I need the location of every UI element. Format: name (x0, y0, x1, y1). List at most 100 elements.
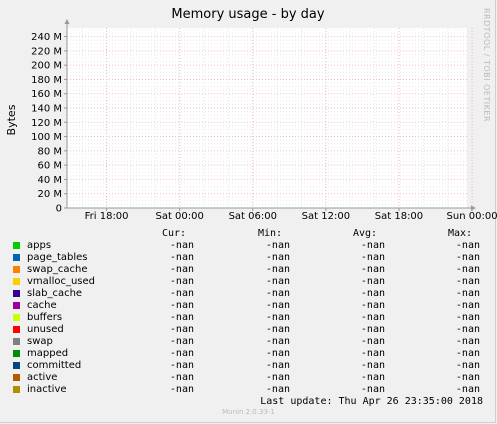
legend-value-max: -nan (455, 324, 480, 335)
legend-value-max: -nan (455, 360, 480, 371)
legend-series-name: unused (27, 324, 64, 335)
legend-value-cur: -nan (169, 372, 194, 383)
legend-value-cur: -nan (169, 360, 194, 371)
legend-value-max: -nan (455, 276, 480, 287)
legend-value-cur: -nan (169, 336, 194, 347)
legend-value-avg: -nan (360, 384, 385, 395)
y-tick-label: 60 M (37, 161, 62, 172)
y-tick-label: 40 M (37, 175, 62, 186)
legend-value-avg: -nan (360, 300, 385, 311)
legend-row-swap: swap -nan -nan -nan -nan (0, 336, 497, 348)
legend-swatch (13, 374, 20, 381)
legend-value-max: -nan (455, 348, 480, 359)
legend-value-max: -nan (455, 288, 480, 299)
legend-swatch (13, 278, 20, 285)
legend-swatch (13, 266, 20, 273)
legend-series-name: inactive (27, 384, 67, 395)
legend-series-name: committed (27, 360, 82, 371)
chart-title: Memory usage - by day (171, 7, 324, 22)
legend-value-min: -nan (265, 372, 290, 383)
legend-value-avg: -nan (360, 252, 385, 263)
legend-value-min: -nan (265, 324, 290, 335)
legend-value-avg: -nan (360, 348, 385, 359)
y-tick-label: 0 (56, 204, 62, 215)
legend-value-cur: -nan (169, 324, 194, 335)
legend-value-avg: -nan (360, 240, 385, 251)
legend-value-cur: -nan (169, 252, 194, 263)
legend-row-active: active -nan -nan -nan -nan (0, 372, 497, 384)
y-tick-label: 240 M (31, 32, 62, 43)
legend-value-cur: -nan (169, 384, 194, 395)
legend-series-name: slab_cache (27, 288, 83, 299)
legend-value-avg: -nan (360, 312, 385, 323)
legend-series-name: vmalloc_used (27, 276, 96, 287)
legend-row-slab_cache: slab_cache -nan -nan -nan -nan (0, 288, 497, 300)
legend-header-avg: Avg: (353, 228, 378, 239)
legend-row-committed: committed -nan -nan -nan -nan (0, 360, 497, 372)
memory-chart: Memory usage - by day RRDTOOL / TOBI OET… (5, 7, 497, 222)
legend-value-avg: -nan (360, 336, 385, 347)
legend-row-mapped: mapped -nan -nan -nan -nan (0, 348, 497, 360)
legend-value-min: -nan (265, 360, 290, 371)
y-tick-label: 160 M (31, 89, 62, 100)
legend-row-vmalloc_used: vmalloc_used -nan -nan -nan -nan (0, 276, 497, 288)
munin-version: Munin 2.0.33-1 (222, 408, 275, 416)
legend-value-min: -nan (265, 336, 290, 347)
legend-row-apps: apps -nan -nan -nan -nan (0, 240, 497, 252)
legend-value-cur: -nan (169, 300, 194, 311)
x-tick-label: Sat 12:00 (302, 211, 350, 222)
x-tick-label: Sat 00:00 (155, 211, 203, 222)
legend-header-cur: Cur: (162, 228, 187, 239)
legend-value-max: -nan (455, 312, 480, 323)
legend-row-unused: unused -nan -nan -nan -nan (0, 324, 497, 336)
y-tick-label: 120 M (31, 118, 62, 129)
legend-value-max: -nan (455, 300, 480, 311)
y-tick-label: 100 M (31, 132, 62, 143)
y-tick-label: 180 M (31, 75, 62, 86)
y-tick-label: 80 M (37, 146, 62, 157)
legend-swatch (13, 338, 20, 345)
x-axis-arrow (471, 205, 476, 211)
legend-swatch (13, 350, 20, 357)
legend-swatch (13, 242, 20, 249)
y-tick-label: 20 M (37, 189, 62, 200)
legend-value-cur: -nan (169, 288, 194, 299)
plot-area (67, 28, 467, 208)
y-axis-label: Bytes (5, 104, 18, 135)
legend-value-avg: -nan (360, 276, 385, 287)
legend-value-min: -nan (265, 276, 290, 287)
x-tick-label: Fri 18:00 (85, 211, 129, 222)
legend-value-min: -nan (265, 348, 290, 359)
legend-value-avg: -nan (360, 372, 385, 383)
legend-value-avg: -nan (360, 288, 385, 299)
legend-row-buffers: buffers -nan -nan -nan -nan (0, 312, 497, 324)
legend-value-max: -nan (455, 336, 480, 347)
legend-row-inactive: inactive -nan -nan -nan -nan (0, 384, 497, 396)
legend-value-min: -nan (265, 300, 290, 311)
legend-value-cur: -nan (169, 264, 194, 275)
legend-value-max: -nan (455, 240, 480, 251)
legend-row-cache: cache -nan -nan -nan -nan (0, 300, 497, 312)
legend-value-min: -nan (265, 240, 290, 251)
rrdtool-watermark: RRDTOOL / TOBI OETIKER (482, 8, 491, 122)
legend-swatch (13, 314, 20, 321)
y-axis-arrow (64, 19, 70, 24)
legend-series-name: active (27, 372, 58, 383)
legend-series-name: page_tables (27, 252, 88, 263)
legend-swatch (13, 386, 20, 393)
legend-value-cur: -nan (169, 276, 194, 287)
legend-row-swap_cache: swap_cache -nan -nan -nan -nan (0, 264, 497, 276)
legend-swatch (13, 362, 20, 369)
legend-header-min: Min: (258, 228, 283, 239)
y-tick-label: 200 M (31, 61, 62, 72)
legend-value-min: -nan (265, 312, 290, 323)
legend-row-page_tables: page_tables -nan -nan -nan -nan (0, 252, 497, 264)
legend-value-min: -nan (265, 264, 290, 275)
legend-value-min: -nan (265, 252, 290, 263)
legend-value-avg: -nan (360, 324, 385, 335)
legend-value-max: -nan (455, 384, 480, 395)
legend-series-name: mapped (27, 348, 69, 359)
last-update: Last update: Thu Apr 26 23:35:00 2018 (260, 396, 483, 407)
legend-swatch (13, 254, 20, 261)
legend-value-cur: -nan (169, 312, 194, 323)
